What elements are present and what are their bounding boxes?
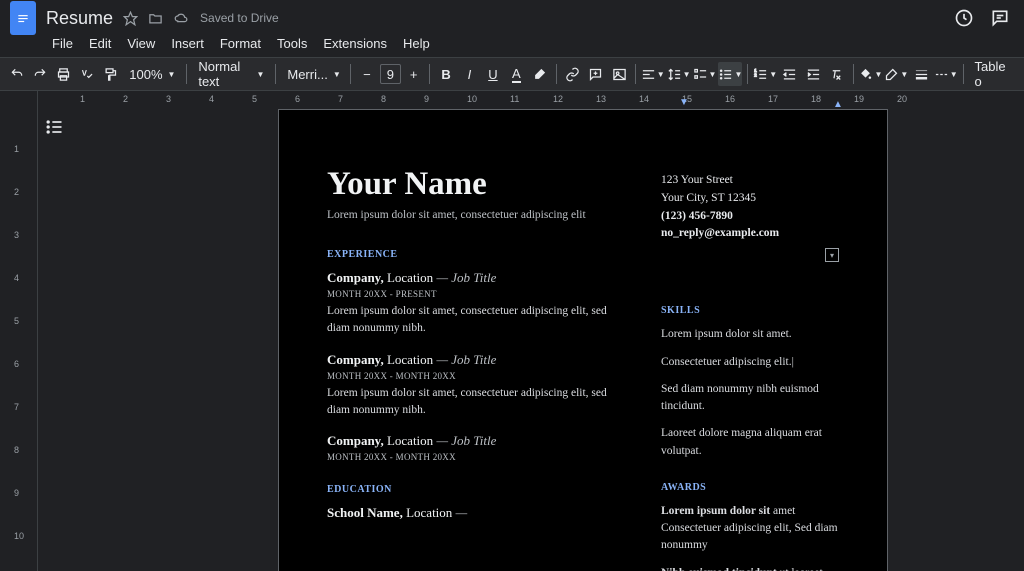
bold-icon[interactable]: B (435, 62, 456, 86)
section-skills: SKILLS (661, 305, 839, 316)
resume-name: Your Name (327, 166, 629, 203)
document-page[interactable]: ▾ Your Name Lorem ipsum dolor sit amet, … (278, 109, 888, 571)
menu-help[interactable]: Help (397, 34, 436, 53)
menu-file[interactable]: File (46, 34, 79, 53)
skill-item: Consectetuer adipiscing elit.| (661, 354, 839, 371)
document-canvas[interactable]: ▾ Your Name Lorem ipsum dolor sit amet, … (38, 109, 1024, 571)
resume-tagline: Lorem ipsum dolor sit amet, consectetuer… (327, 209, 629, 221)
style-select[interactable]: Normal text▼ (192, 62, 270, 86)
job-body: Lorem ipsum dolor sit amet, consectetuer… (327, 385, 629, 420)
horizontal-ruler[interactable]: 1 2 3 4 5 6 7 8 9 10 11 12 13 14 15 16 1… (38, 91, 1024, 109)
menu-insert[interactable]: Insert (165, 34, 210, 53)
add-comment-icon[interactable] (585, 62, 606, 86)
section-awards: AWARDS (661, 482, 839, 493)
decrease-indent-icon[interactable] (779, 62, 800, 86)
docs-logo[interactable] (10, 1, 36, 35)
award-item: Nibh euismod tincidunt ut laoreet dolore… (661, 565, 839, 571)
right-indent-marker-icon[interactable]: ▲ (833, 99, 843, 109)
highlight-icon[interactable] (529, 62, 550, 86)
align-icon[interactable]: ▼ (641, 62, 665, 86)
job-body: Lorem ipsum dolor sit amet, consectetuer… (327, 303, 629, 338)
table-options-widget-icon[interactable]: ▾ (825, 248, 839, 262)
job-dates: MONTH 20XX - PRESENT (327, 289, 629, 299)
menu-view[interactable]: View (121, 34, 161, 53)
border-width-icon[interactable] (910, 62, 931, 86)
job-header: Company, Location — Job Title (327, 433, 629, 449)
skill-item: Laoreet dolore magna aliquam erat volutp… (661, 425, 839, 460)
paint-format-icon[interactable] (100, 62, 121, 86)
border-dash-icon[interactable]: ▼ (934, 62, 958, 86)
section-education: EDUCATION (327, 484, 629, 495)
workspace: 1 2 3 4 5 6 7 8 9 10 11 ▾ Your Name Lore… (0, 109, 1024, 571)
history-icon[interactable] (954, 8, 974, 28)
contact-block: 123 Your Street Your City, ST 12345 (123… (661, 166, 839, 243)
skill-item: Lorem ipsum dolor sit amet. (661, 326, 839, 343)
redo-icon[interactable] (29, 62, 50, 86)
zoom-select[interactable]: 100%▼ (123, 62, 181, 86)
border-color-icon[interactable]: ▼ (884, 62, 908, 86)
bulleted-list-icon[interactable]: ▼ (718, 62, 742, 86)
vertical-ruler[interactable]: 1 2 3 4 5 6 7 8 9 10 11 (0, 109, 38, 571)
font-select[interactable]: Merri...▼ (281, 62, 345, 86)
save-status: Saved to Drive (200, 11, 279, 25)
font-size-input[interactable]: 9 (380, 64, 401, 84)
skill-item: Sed diam nonummy nibh euismod tincidunt. (661, 381, 839, 416)
section-experience: EXPERIENCE (327, 249, 629, 260)
insert-image-icon[interactable] (608, 62, 629, 86)
numbered-list-icon[interactable]: 12▼ (753, 62, 777, 86)
menu-extensions[interactable]: Extensions (317, 34, 393, 53)
menu-format[interactable]: Format (214, 34, 267, 53)
line-spacing-icon[interactable]: ▼ (667, 62, 691, 86)
svg-text:2: 2 (755, 72, 758, 77)
spellcheck-icon[interactable] (76, 62, 97, 86)
title-bar: Resume Saved to Drive (0, 0, 1024, 32)
font-size-decrease-icon[interactable]: − (356, 62, 377, 86)
italic-icon[interactable]: I (459, 62, 480, 86)
increase-indent-icon[interactable] (803, 62, 824, 86)
outline-toggle-icon[interactable] (44, 117, 64, 137)
undo-icon[interactable] (6, 62, 27, 86)
school-header: School Name, Location — (327, 505, 629, 521)
menu-bar: File Edit View Insert Format Tools Exten… (0, 32, 1024, 57)
cell-fill-icon[interactable]: ▼ (858, 62, 882, 86)
table-options[interactable]: Table o (969, 62, 1018, 86)
job-header: Company, Location — Job Title (327, 270, 629, 286)
horizontal-ruler-row: 1 2 3 4 5 6 7 8 9 10 11 12 13 14 15 16 1… (0, 91, 1024, 109)
underline-icon[interactable]: U (482, 62, 503, 86)
insert-link-icon[interactable] (561, 62, 582, 86)
cloud-saved-icon[interactable] (173, 11, 190, 26)
job-header: Company, Location — Job Title (327, 352, 629, 368)
print-icon[interactable] (53, 62, 74, 86)
move-folder-icon[interactable] (148, 11, 163, 26)
star-icon[interactable] (123, 11, 138, 26)
indent-marker-icon[interactable]: ▼ (679, 97, 689, 108)
checklist-icon[interactable]: ▼ (693, 62, 717, 86)
font-size-increase-icon[interactable]: + (403, 62, 424, 86)
menu-tools[interactable]: Tools (271, 34, 313, 53)
award-item: Lorem ipsum dolor sit amet Consectetuer … (661, 503, 839, 555)
text-color-icon[interactable]: A (506, 62, 527, 86)
job-dates: MONTH 20XX - MONTH 20XX (327, 371, 629, 381)
menu-edit[interactable]: Edit (83, 34, 117, 53)
toolbar: 100%▼ Normal text▼ Merri...▼ − 9 + B I U… (0, 57, 1024, 91)
clear-format-icon[interactable] (826, 62, 847, 86)
document-title[interactable]: Resume (46, 8, 113, 29)
job-dates: MONTH 20XX - MONTH 20XX (327, 452, 629, 462)
comment-icon[interactable] (990, 8, 1010, 28)
